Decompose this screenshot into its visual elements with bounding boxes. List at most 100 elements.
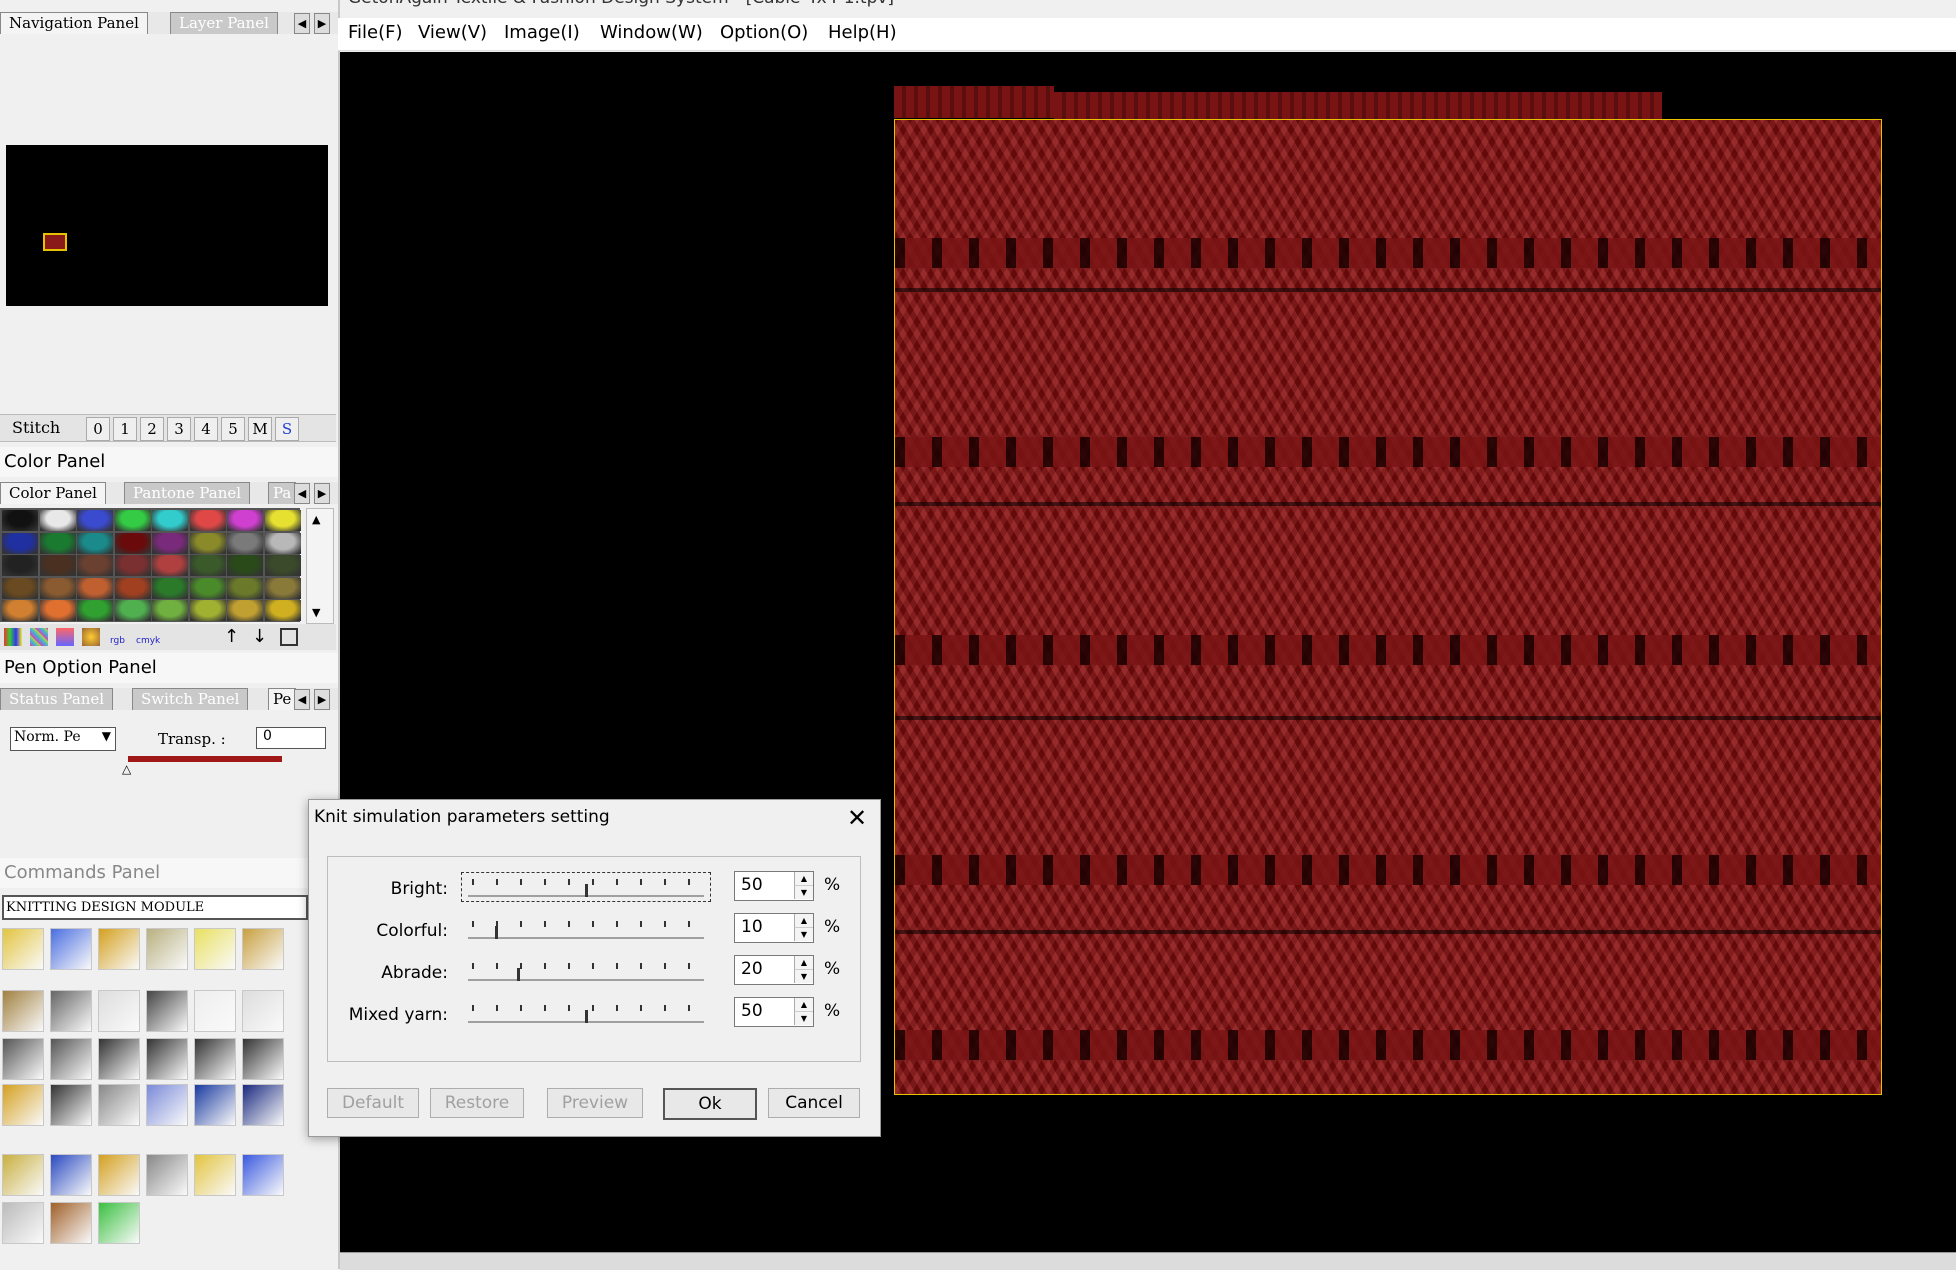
stitch-button-0[interactable]: 0: [86, 417, 110, 441]
color-swatch[interactable]: [2, 600, 38, 621]
spin-up-icon[interactable]: ▲: [794, 872, 813, 886]
select-arrow-icon[interactable]: [98, 990, 140, 1032]
color-swatch[interactable]: [189, 555, 226, 576]
eyedropper-icon[interactable]: [82, 628, 100, 646]
ink-icon[interactable]: [98, 1038, 140, 1080]
bright-spinner[interactable]: 50 ▲ ▼: [734, 871, 814, 901]
color-swatch[interactable]: [264, 510, 301, 531]
scroll-up-icon[interactable]: ▲: [312, 513, 320, 526]
text-icon[interactable]: [242, 1038, 284, 1080]
stitch-button-2[interactable]: 2: [140, 417, 164, 441]
mix-colors-icon[interactable]: [30, 628, 48, 646]
help-book-icon[interactable]: [242, 1084, 284, 1126]
bright-value[interactable]: 50: [741, 875, 763, 895]
scroll-down-icon[interactable]: ▼: [312, 606, 320, 619]
menu-view[interactable]: View(V): [418, 22, 487, 43]
color-swatch[interactable]: [77, 600, 113, 621]
abrade-spinner[interactable]: 20 ▲ ▼: [734, 955, 814, 985]
document-icon[interactable]: [2, 1202, 44, 1244]
fox-icon[interactable]: [98, 1154, 140, 1196]
tab-status-panel[interactable]: Status Panel: [0, 688, 114, 710]
color-swatch[interactable]: [227, 555, 263, 576]
module-name[interactable]: KNITTING DESIGN MODULE: [2, 895, 308, 920]
color-swatch[interactable]: [264, 577, 301, 599]
fill-icon[interactable]: [146, 1038, 188, 1080]
select-icon[interactable]: [194, 928, 236, 970]
stitch-button-m[interactable]: M: [248, 417, 272, 441]
disc-icon[interactable]: [146, 1084, 188, 1126]
camera-icon[interactable]: [50, 1084, 92, 1126]
color-swatch[interactable]: [152, 532, 188, 554]
spin-up-icon[interactable]: ▲: [794, 956, 813, 970]
colorful-slider[interactable]: [464, 917, 708, 941]
slider-triangle-icon[interactable]: △: [122, 762, 131, 776]
tab-pantone-panel[interactable]: Pantone Panel: [124, 482, 251, 504]
stitch-button-4[interactable]: 4: [194, 417, 218, 441]
garment-icon[interactable]: [98, 1202, 140, 1244]
tab-scroll-right-icon[interactable]: ▶: [314, 689, 330, 710]
tab-scroll-left-icon[interactable]: ◀: [294, 483, 310, 504]
tab-navigation-panel[interactable]: Navigation Panel: [0, 12, 148, 34]
slider-thumb[interactable]: [494, 926, 498, 939]
stitch-button-3[interactable]: 3: [167, 417, 191, 441]
bright-slider[interactable]: [461, 872, 711, 902]
redo-icon[interactable]: [50, 1038, 92, 1080]
display-icon[interactable]: [194, 1154, 236, 1196]
color-swatch[interactable]: [152, 600, 188, 621]
color-swatch[interactable]: [189, 577, 226, 599]
transp-input[interactable]: 0: [256, 727, 326, 749]
spin-up-icon[interactable]: ▲: [794, 914, 813, 928]
move-down-icon[interactable]: ↓: [252, 626, 267, 647]
color-swatch[interactable]: [227, 600, 263, 621]
print-icon[interactable]: [98, 1084, 140, 1126]
tab-layer-panel[interactable]: Layer Panel: [170, 12, 278, 34]
abrade-value[interactable]: 20: [741, 959, 763, 979]
restore-button[interactable]: Restore: [430, 1088, 524, 1118]
colorful-spinner[interactable]: 10 ▲ ▼: [734, 913, 814, 943]
menu-help[interactable]: Help(H): [828, 22, 897, 43]
color-swatch[interactable]: [39, 600, 76, 621]
color-swatch[interactable]: [152, 577, 188, 599]
ok-button[interactable]: Ok: [663, 1088, 757, 1120]
spin-up-icon[interactable]: ▲: [794, 998, 813, 1012]
stitch-button-5[interactable]: 5: [221, 417, 245, 441]
yarn-icon[interactable]: [98, 928, 140, 970]
default-button[interactable]: Default: [327, 1088, 419, 1118]
color-swatch[interactable]: [39, 577, 76, 599]
spin-down-icon[interactable]: ▼: [794, 970, 813, 983]
mixed-yarn-value[interactable]: 50: [741, 1001, 763, 1021]
tab-scroll-right-icon[interactable]: ▶: [314, 13, 330, 34]
color-swatch[interactable]: [77, 555, 113, 576]
menu-file[interactable]: File(F): [348, 22, 403, 43]
colorful-value[interactable]: 10: [741, 917, 763, 937]
color-swatch[interactable]: [227, 510, 263, 531]
yarn-module-icon[interactable]: [2, 1084, 44, 1126]
color-swatch[interactable]: [39, 510, 76, 531]
color-swatch[interactable]: [114, 532, 151, 554]
color-swatch[interactable]: [264, 555, 301, 576]
slider-thumb[interactable]: [585, 1010, 588, 1023]
spin-down-icon[interactable]: ▼: [794, 886, 813, 899]
color-swatch[interactable]: [227, 577, 263, 599]
color-swatch[interactable]: [2, 532, 38, 554]
undo-icon[interactable]: [2, 1038, 44, 1080]
spin-down-icon[interactable]: ▼: [794, 1012, 813, 1025]
tab-pe[interactable]: Pe: [268, 688, 297, 710]
preview-button[interactable]: Preview: [547, 1088, 643, 1118]
color-swatch[interactable]: [2, 510, 38, 531]
stitch-grid-icon[interactable]: [146, 928, 188, 970]
canvas-hscrollbar[interactable]: [340, 1252, 1956, 1270]
color-swatch[interactable]: [189, 532, 226, 554]
spin-down-icon[interactable]: ▼: [794, 928, 813, 941]
cancel-button[interactable]: Cancel: [768, 1088, 860, 1118]
menu-window[interactable]: Window(W): [600, 22, 703, 43]
color-swatch[interactable]: [114, 510, 151, 531]
swap-icon[interactable]: [146, 990, 188, 1032]
mirror-icon[interactable]: [194, 1038, 236, 1080]
tab-pa[interactable]: Pa: [268, 482, 297, 504]
color-scrollbar[interactable]: ▲ ▼: [306, 508, 334, 624]
color-swatch[interactable]: [227, 532, 263, 554]
color-swatch[interactable]: [152, 555, 188, 576]
color-swatch[interactable]: [77, 510, 113, 531]
color-swatch[interactable]: [2, 555, 38, 576]
